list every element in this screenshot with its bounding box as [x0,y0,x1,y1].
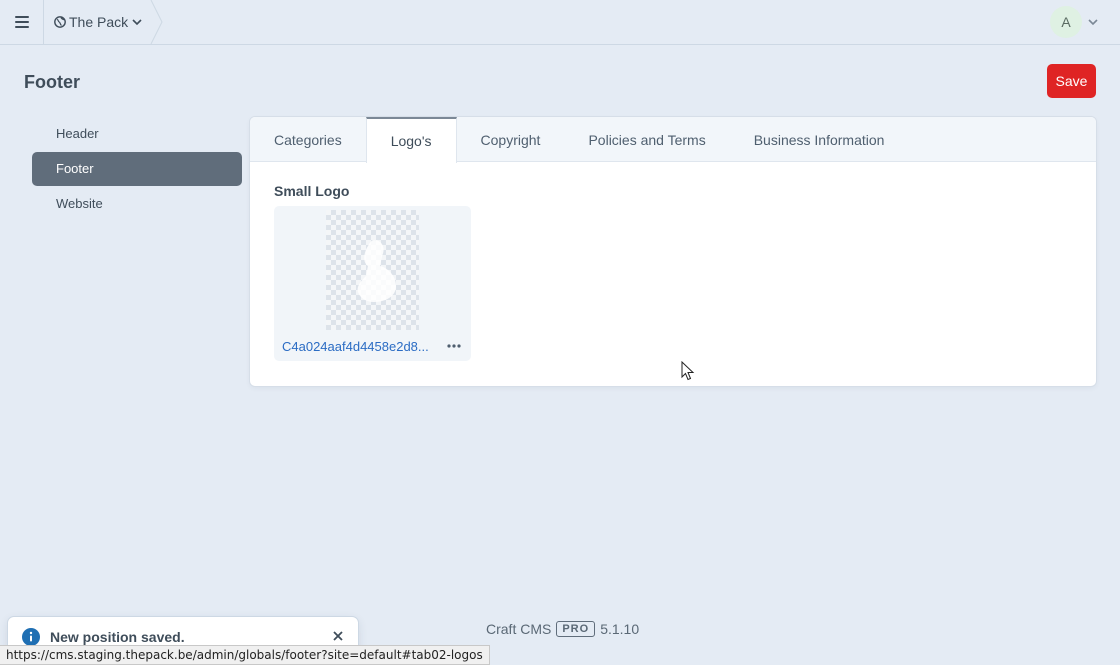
asset-thumbnail[interactable] [326,210,419,330]
mouse-cursor-icon [681,361,695,381]
version-number: 5.1.10 [600,621,640,637]
tab-bar: Categories Logo's Copyright Policies and… [250,117,1096,163]
chevron-down-icon [132,19,142,26]
asset-filename-link[interactable]: C4a024aaf4d4458e2d8... [282,339,438,354]
edition-badge: PRO [556,621,596,637]
menu-button[interactable] [0,0,44,44]
cms-footer: Craft CMS PRO 5.1.10 [486,619,639,639]
tab-copyright[interactable]: Copyright [457,117,565,162]
breadcrumb-separator [150,0,163,44]
user-menu[interactable]: A [1050,6,1106,38]
asset-card[interactable]: C4a024aaf4d4458e2d8... [274,206,471,361]
chevron-down-icon [1088,19,1098,26]
sidebar-item-footer[interactable]: Footer [32,152,242,186]
top-bar: The Pack A [0,0,1120,45]
site-switcher[interactable]: The Pack [44,0,164,44]
tab-policies-and-terms[interactable]: Policies and Terms [564,117,729,162]
sidebar-item-header[interactable]: Header [32,117,242,151]
hamburger-icon [14,16,29,28]
tab-logos[interactable]: Logo's [365,117,457,163]
page-title: Footer [24,72,80,92]
save-button[interactable]: Save [1047,64,1096,98]
info-icon [22,628,40,646]
sidebar: Header Footer Website [32,117,242,222]
tab-business-information[interactable]: Business Information [730,117,909,162]
asset-actions-button[interactable] [444,339,464,353]
sidebar-item-website[interactable]: Website [32,187,242,221]
globe-icon [54,16,66,28]
field-label: Small Logo [274,183,350,199]
close-icon[interactable] [332,630,344,642]
tab-categories[interactable]: Categories [250,117,366,162]
toast-message: New position saved. [50,629,185,645]
content-panel: Categories Logo's Copyright Policies and… [250,117,1096,386]
status-bar-url: https://cms.staging.thepack.be/admin/glo… [0,645,490,665]
logo-image-icon [357,240,396,302]
avatar: A [1050,6,1082,38]
site-name: The Pack [69,14,129,30]
product-name: Craft CMS [486,621,552,637]
ellipsis-icon [447,344,461,348]
